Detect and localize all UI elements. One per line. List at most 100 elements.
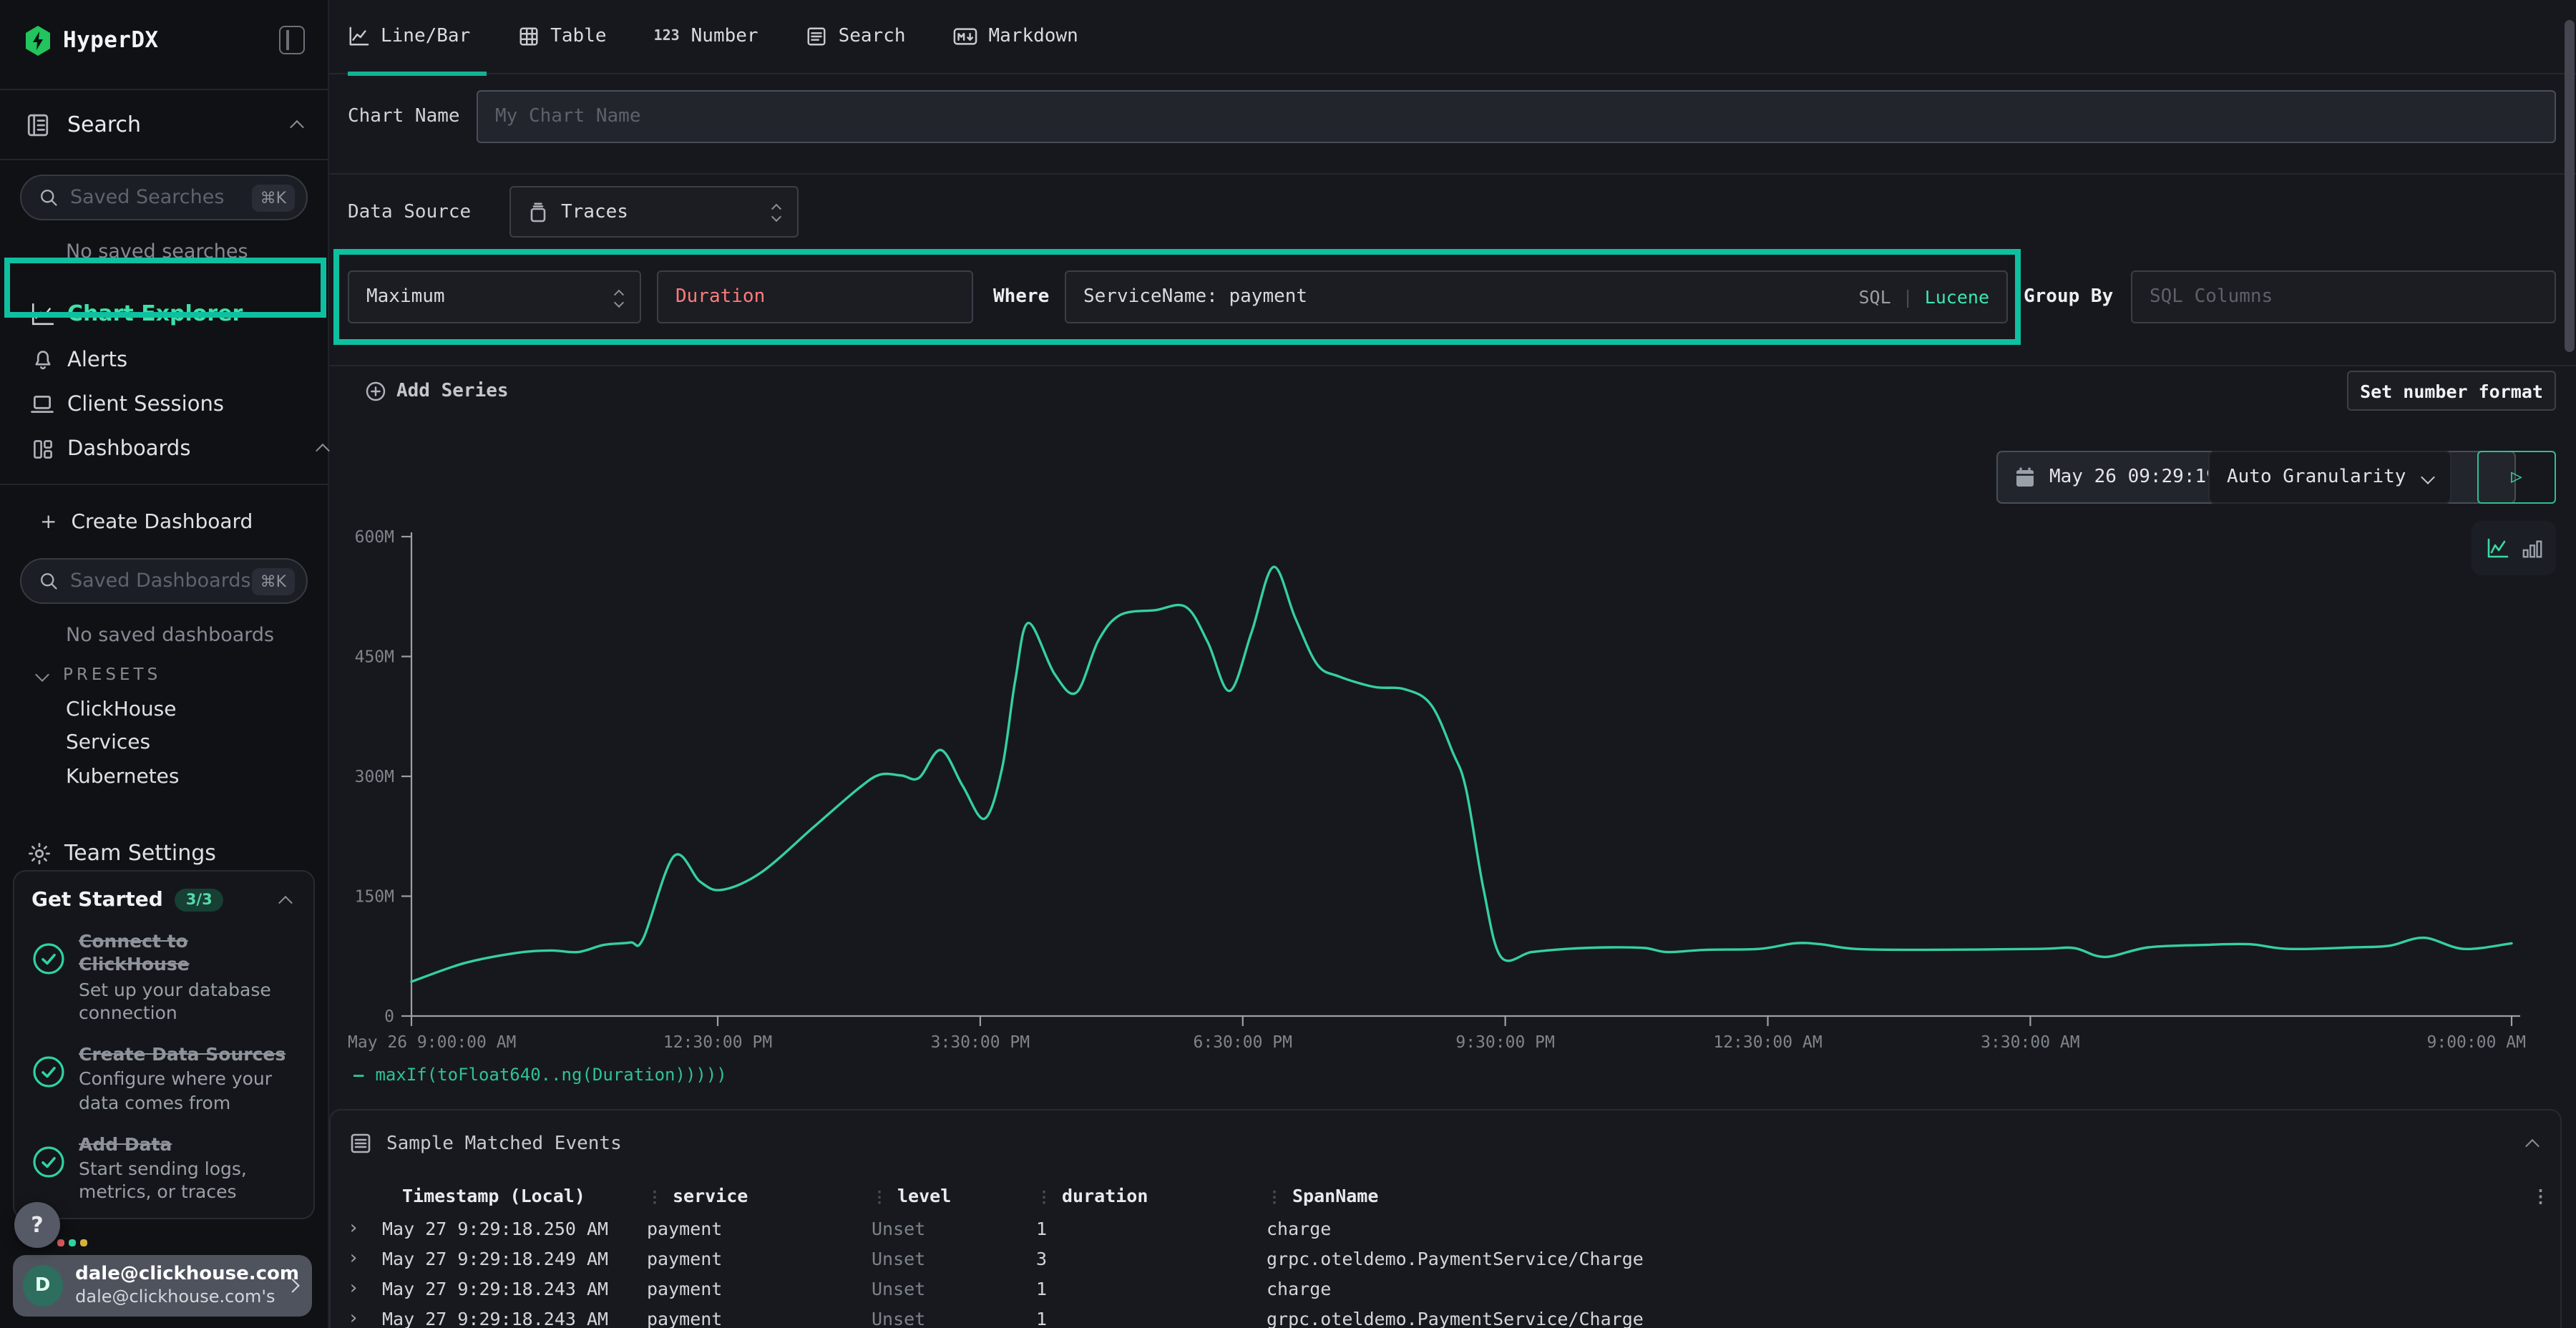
expand-row-icon[interactable]: › [348, 1278, 382, 1299]
col-duration[interactable]: ⋮duration [1036, 1184, 1267, 1206]
list-icon [349, 1132, 372, 1155]
cell-timestamp: May 27 9:29:18.243 AM [382, 1278, 647, 1299]
table-row[interactable]: ›May 27 9:29:18.243 AMpaymentUnset1charg… [331, 1274, 2560, 1304]
presets-toggle[interactable]: PRESETS [0, 655, 328, 693]
divider [329, 365, 2576, 366]
add-series-button[interactable]: Add Series [365, 371, 509, 411]
gear-icon [27, 841, 52, 865]
saved-dashboards-field[interactable] [70, 570, 252, 592]
create-dashboard-button[interactable]: + Create Dashboard [0, 499, 328, 544]
data-source-select[interactable]: Traces [509, 186, 799, 238]
saved-dashboards-input[interactable]: ⌘K [20, 558, 308, 604]
sidebar-collapse-icon[interactable] [279, 26, 305, 54]
get-started-item-title: Create Data Sources [79, 1043, 296, 1067]
sidebar-item-alerts[interactable]: Alerts [0, 338, 328, 382]
help-button[interactable]: ? [14, 1202, 60, 1248]
legend-label: maxIf(toFloat640..ng(Duration))))) [375, 1065, 726, 1085]
table-row[interactable]: ›May 27 9:29:18.243 AMpaymentUnset1grpc.… [331, 1304, 2560, 1328]
col-service[interactable]: ⋮service [647, 1184, 872, 1206]
where-input-wrap: SQL | Lucene [1065, 270, 2008, 323]
expand-row-icon[interactable]: › [348, 1218, 382, 1239]
where-label: Where [993, 286, 1049, 308]
sidebar-item-dashboards[interactable]: Dashboards [0, 426, 328, 471]
aggregation-select[interactable]: Maximum [348, 270, 641, 323]
column-menu-icon[interactable]: ⋮ [2532, 1184, 2560, 1206]
chart-type-tabs: Line/Bar Table 123 Number Search [329, 0, 2576, 74]
col-spanname[interactable]: ⋮SpanName [1267, 1184, 2532, 1206]
events-title: Sample Matched Events [386, 1133, 622, 1154]
data-source-row: Data Source [348, 186, 471, 238]
field-select[interactable]: Duration [657, 270, 973, 323]
get-started-item[interactable]: Create Data Sources Configure where your… [31, 1043, 296, 1115]
tab-markdown[interactable]: Markdown [953, 0, 1094, 74]
saved-searches-field[interactable] [70, 186, 252, 209]
sidebar-section-search[interactable]: Search [0, 89, 328, 160]
dashboard-grid-icon [30, 437, 54, 460]
chevron-up-icon[interactable] [316, 444, 330, 458]
lucene-toggle[interactable]: Lucene [1925, 286, 1989, 308]
bell-icon [30, 348, 54, 371]
col-timestamp[interactable]: Timestamp (Local) [382, 1184, 647, 1206]
sidebar-item-team-settings[interactable]: Team Settings [0, 831, 328, 875]
tab-search[interactable]: Search [806, 0, 922, 74]
table-row[interactable]: ›May 27 9:29:18.250 AMpaymentUnset1charg… [331, 1214, 2560, 1244]
sidebar-item-client-sessions[interactable]: Client Sessions [0, 382, 328, 426]
tab-label: Number [691, 26, 758, 47]
check-circle-icon [31, 1145, 66, 1179]
get-started-item[interactable]: Add Data Start sending logs, metrics, or… [31, 1133, 296, 1205]
expand-row-icon[interactable]: › [348, 1248, 382, 1269]
partially-hidden-onboarding-item [57, 1239, 87, 1246]
preset-item-services[interactable]: Services [0, 726, 328, 760]
svg-text:0: 0 [384, 1007, 394, 1026]
chevron-up-icon[interactable] [290, 119, 304, 134]
chevron-up-icon[interactable] [278, 895, 293, 909]
sample-matched-events-panel: Sample Matched Events Timestamp (Local) … [329, 1109, 2562, 1328]
svg-text:6:30:00 PM: 6:30:00 PM [1194, 1033, 1292, 1052]
timeseries-chart[interactable]: 600M450M300M150M0May 26 9:00:00 AM12:30:… [348, 508, 2537, 1080]
select-chevrons-icon [615, 288, 623, 306]
tab-number[interactable]: 123 Number [654, 0, 774, 74]
search-section-label: Search [67, 112, 141, 137]
saved-searches-input[interactable]: ⌘K [20, 175, 308, 220]
sidebar-item-chart-explorer[interactable]: Chart Explorer [0, 289, 328, 338]
get-started-item[interactable]: Connect to ClickHouse Set up your databa… [31, 930, 296, 1025]
cell-level: Unset [872, 1218, 1036, 1239]
tab-table[interactable]: Table [517, 0, 622, 74]
sql-toggle[interactable]: SQL [1858, 286, 1890, 308]
expand-row-icon[interactable]: › [348, 1308, 382, 1328]
drag-grip-icon: ⋮ [1036, 1187, 1052, 1206]
cell-service: payment [647, 1218, 872, 1239]
user-menu[interactable]: D dale@clickhouse.com dale@clickhouse.co… [13, 1255, 312, 1317]
events-header[interactable]: Sample Matched Events [331, 1110, 2560, 1176]
user-email: dale@clickhouse.com [75, 1264, 288, 1287]
markdown-icon [953, 27, 977, 46]
vertical-scrollbar[interactable] [2565, 20, 2575, 352]
field-value: Duration [675, 286, 765, 308]
check-circle-icon [31, 942, 66, 976]
sidebar-item-label: Alerts [67, 348, 127, 371]
aggregation-value: Maximum [366, 286, 445, 308]
group-by-input[interactable] [2150, 286, 2537, 308]
divider [329, 173, 2576, 175]
col-level[interactable]: ⋮level [872, 1184, 1036, 1206]
svg-text:150M: 150M [355, 888, 394, 907]
chevron-down-icon [35, 667, 49, 681]
chart-name-input[interactable] [495, 106, 2537, 127]
cell-spanname: charge [1267, 1278, 2532, 1299]
where-input[interactable] [1083, 286, 1858, 308]
data-source-value: Traces [561, 201, 628, 223]
table-row[interactable]: ›May 27 9:29:18.249 AMpaymentUnset3grpc.… [331, 1244, 2560, 1274]
group-by-input-wrap [2131, 270, 2556, 323]
preset-item-kubernetes[interactable]: Kubernetes [0, 760, 328, 794]
cell-level: Unset [872, 1248, 1036, 1269]
cell-duration: 1 [1036, 1308, 1267, 1328]
svg-text:3:30:00 AM: 3:30:00 AM [1981, 1033, 2079, 1052]
add-series-label: Add Series [396, 380, 509, 401]
run-query-button[interactable]: ▷ [2477, 451, 2556, 504]
get-started-item-desc: Set up your database connection [79, 978, 296, 1025]
set-number-format-button[interactable]: Set number format [2347, 371, 2556, 411]
preset-item-clickhouse[interactable]: ClickHouse [0, 693, 328, 726]
chevron-up-icon[interactable] [2525, 1138, 2540, 1153]
tab-line-bar[interactable]: Line/Bar [348, 0, 486, 74]
granularity-select[interactable]: Auto Granularity [2208, 451, 2451, 504]
